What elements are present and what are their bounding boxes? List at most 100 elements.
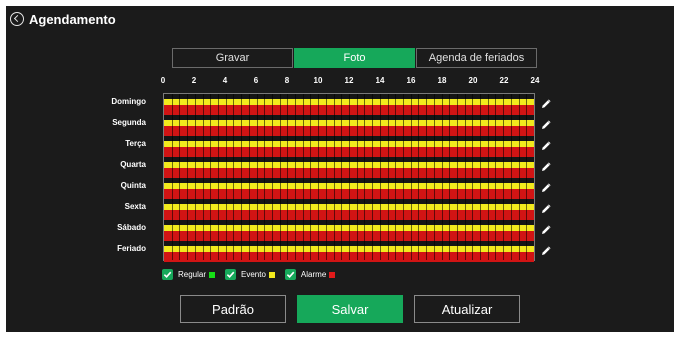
grid-line: [217, 94, 219, 260]
day-label: Domingo: [111, 97, 146, 106]
day-label: Quarta: [120, 160, 146, 169]
grid-line: [395, 94, 397, 260]
tab-agenda-de-feriados[interactable]: Agenda de feriados: [416, 48, 537, 68]
hour-label: 12: [344, 76, 354, 85]
hour-label: 18: [437, 76, 447, 85]
grid-line: [202, 94, 204, 260]
hour-label: 6: [253, 76, 259, 85]
grid-line: [194, 94, 196, 260]
grid-line: [179, 94, 181, 260]
pencil-icon[interactable]: [541, 180, 551, 192]
grid-line: [210, 94, 212, 260]
grid-line: [495, 94, 497, 260]
check-icon: [226, 271, 235, 279]
pencil-icon[interactable]: [541, 138, 551, 150]
pencil-icon[interactable]: [541, 243, 551, 255]
day-label: Sábado: [117, 223, 146, 232]
pencil-icon[interactable]: [541, 117, 551, 129]
grid-line: [472, 94, 474, 260]
grid-line: [241, 94, 243, 260]
grid-line: [248, 94, 250, 260]
day-label: Feriado: [117, 244, 146, 253]
grid-line: [449, 94, 451, 260]
grid-line: [487, 94, 489, 260]
hour-label: 14: [375, 76, 385, 85]
grid-line: [333, 94, 335, 260]
grid-line: [441, 94, 443, 260]
grid-line: [225, 94, 227, 260]
alarme-color-swatch: [329, 271, 336, 278]
hour-label: 10: [313, 76, 323, 85]
hour-label: 22: [499, 76, 509, 85]
page-title: Agendamento: [29, 11, 116, 27]
grid-line: [526, 94, 528, 260]
grid-line: [356, 94, 358, 260]
pencil-icon[interactable]: [541, 159, 551, 171]
grid-line: [387, 94, 389, 260]
grid-line: [372, 94, 374, 260]
grid-line: [349, 94, 350, 260]
hour-label: 20: [468, 76, 478, 85]
check-icon: [163, 271, 172, 279]
grid-line: [318, 94, 320, 260]
grid-line: [464, 94, 466, 260]
pencil-icon[interactable]: [541, 201, 551, 213]
grid-line: [302, 94, 304, 260]
tab-bar: Gravar Foto Agenda de feriados: [172, 48, 538, 68]
grid-line: [503, 94, 505, 260]
pencil-icon[interactable]: [541, 222, 551, 234]
day-label: Segunda: [112, 118, 146, 127]
grid-line: [325, 94, 327, 260]
grid-line: [171, 94, 173, 260]
pencil-icon[interactable]: [541, 96, 551, 108]
regular-checkbox[interactable]: [162, 269, 173, 280]
regular-color-swatch: [209, 271, 216, 278]
hour-label: 16: [406, 76, 416, 85]
schedule-grid[interactable]: [163, 93, 535, 262]
hour-label: 4: [222, 76, 228, 85]
grid-line: [510, 94, 512, 260]
legend-alarme: Alarme: [284, 269, 336, 280]
header: Agendamento: [6, 6, 116, 32]
grid-line: [518, 94, 520, 260]
evento-label: Evento: [241, 270, 266, 279]
hour-label: 0: [160, 76, 166, 85]
grid-line: [426, 94, 428, 260]
grid-line: [379, 94, 381, 260]
day-label: Sexta: [124, 202, 146, 211]
grid-line: [256, 94, 258, 260]
save-button[interactable]: Salvar: [297, 295, 403, 323]
check-icon: [286, 271, 295, 279]
grid-line: [264, 94, 266, 260]
alarme-checkbox[interactable]: [284, 269, 296, 280]
tab-gravar[interactable]: Gravar: [172, 48, 293, 68]
grid-line: [341, 94, 343, 260]
hour-label: 24: [530, 76, 540, 85]
schedule-panel: Agendamento Gravar Foto Agenda de feriad…: [6, 6, 674, 332]
hour-axis: 0 2 4 6 8 10 12 14 16 18 20 22 24: [160, 76, 540, 88]
day-label: Terça: [125, 139, 146, 148]
tab-foto[interactable]: Foto: [294, 48, 415, 68]
evento-color-swatch: [268, 271, 275, 278]
grid-line: [310, 94, 312, 260]
grid-line: [480, 94, 482, 260]
grid-line: [271, 94, 273, 260]
refresh-button[interactable]: Atualizar: [414, 295, 520, 323]
grid-line: [295, 94, 297, 260]
legend: Regular Evento Alarme: [162, 269, 345, 280]
grid-line: [410, 94, 412, 260]
grid-line: [456, 94, 458, 260]
default-button[interactable]: Padrão: [180, 295, 286, 323]
grid-line: [418, 94, 420, 260]
evento-checkbox[interactable]: [225, 269, 237, 280]
alarme-label: Alarme: [300, 270, 327, 279]
hour-label: 2: [191, 76, 197, 85]
hour-label: 8: [284, 76, 290, 85]
back-arrow-icon[interactable]: [10, 12, 24, 26]
grid-line: [364, 94, 366, 260]
regular-label: Regular: [178, 270, 207, 279]
legend-regular: Regular: [162, 269, 216, 280]
grid-line: [279, 94, 281, 260]
grid-line: [187, 94, 189, 260]
day-label: Quinta: [120, 181, 146, 190]
